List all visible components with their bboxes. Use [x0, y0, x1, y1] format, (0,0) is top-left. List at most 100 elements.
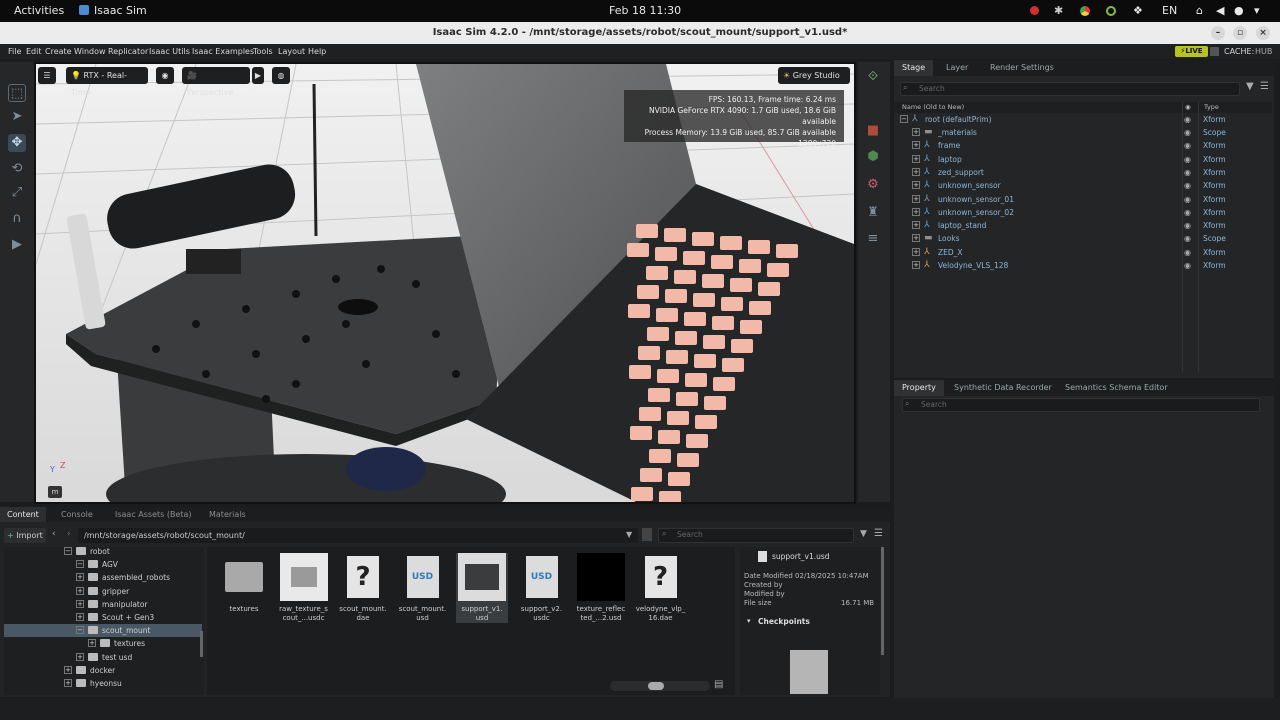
viewport-settings-icon[interactable]: ☰ — [38, 67, 56, 84]
tab-materials[interactable]: Materials — [202, 507, 253, 522]
tree-row-unknown-sensor[interactable]: + ⅄ unknown_sensor ◉ Xform — [894, 179, 1272, 192]
content-search-input[interactable]: Search — [658, 528, 854, 543]
camera-selector[interactable]: 🎥 Perspective — [182, 67, 250, 97]
options-icon[interactable]: ☰ — [874, 528, 883, 539]
tree-row-unknown-sensor-02[interactable]: + ⅄ unknown_sensor_02 ◉ Xform — [894, 206, 1272, 219]
collapse-icon[interactable]: − — [64, 547, 72, 555]
tree-row-unknown-sensor-01[interactable]: + ⅄ unknown_sensor_01 ◉ Xform — [894, 193, 1272, 206]
live-dropdown-icon[interactable] — [1210, 47, 1219, 56]
menu-edit[interactable]: Edit — [26, 47, 42, 56]
language-indicator[interactable]: EN — [1162, 4, 1177, 17]
folder-row-assembled-robots[interactable]: + assembled_robots — [4, 571, 202, 584]
rotate-tool-icon[interactable]: ⟲ — [8, 160, 26, 178]
visibility-eye-icon[interactable]: ◉ — [1184, 206, 1191, 219]
activities-button[interactable]: Activities — [14, 4, 64, 17]
visibility-eye-icon[interactable]: ◉ — [1184, 166, 1191, 179]
maximize-button[interactable]: ▫ — [1233, 26, 1247, 40]
asset-tile[interactable]: raw_texture_s cout_...usdc — [278, 553, 330, 623]
expand-icon[interactable]: + — [76, 586, 84, 595]
tree-row-looks[interactable]: + ▬ Looks ◉ Scope — [894, 232, 1272, 245]
tree-row--materials[interactable]: + ▬ _materials ◉ Scope — [894, 126, 1272, 139]
collapse-icon[interactable]: − — [900, 115, 908, 123]
menu-create[interactable]: Create — [45, 47, 72, 56]
expand-icon[interactable]: + — [912, 221, 920, 230]
tree-row-zed-x[interactable]: + ⅄ ZED_X ◉ Xform — [894, 246, 1272, 259]
network-icon[interactable]: ⌂ — [1196, 4, 1203, 17]
tree-row-laptop[interactable]: + ⅄ laptop ◉ Xform — [894, 153, 1272, 166]
collapse-icon[interactable]: − — [76, 560, 84, 569]
visibility-eye-icon[interactable]: ◉ — [1184, 179, 1191, 192]
tab-semantics-schema-editor[interactable]: Semantics Schema Editor — [1057, 380, 1176, 396]
expand-icon[interactable]: + — [912, 167, 920, 176]
filter-icon[interactable]: ▼ — [860, 529, 867, 539]
asset-tile[interactable]: textures — [218, 553, 270, 614]
cache-status[interactable]: HUB — [1255, 47, 1272, 56]
list-view-icon[interactable]: ▤ — [714, 679, 723, 690]
menu-file[interactable]: File — [8, 47, 21, 56]
lighting-selector[interactable]: ☀ Grey Studio — [778, 67, 850, 84]
options-icon[interactable]: ☰ — [1260, 81, 1269, 92]
window-title-bar[interactable]: Isaac Sim 4.2.0 - /mnt/storage/assets/ro… — [0, 22, 1280, 44]
visibility-eye-icon[interactable]: ◉ — [1184, 193, 1191, 206]
sliders-icon[interactable]: ≡ — [864, 230, 882, 248]
folder-row-gripper[interactable]: + gripper — [4, 585, 202, 598]
expand-icon[interactable]: + — [76, 652, 84, 661]
tree-row-frame[interactable]: + ⅄ frame ◉ Xform — [894, 139, 1272, 152]
tab-console[interactable]: Console — [54, 507, 100, 522]
details-scrollbar[interactable] — [881, 547, 884, 655]
camera-expand-icon[interactable]: ▶ — [252, 67, 264, 84]
slack-icon[interactable]: ✱ — [1054, 4, 1063, 17]
renderer-selector[interactable]: 💡 RTX - Real-Time — [66, 67, 148, 97]
volume-icon[interactable]: ◀ — [1216, 4, 1224, 17]
tab-content[interactable]: Content — [0, 507, 46, 522]
audio-icon[interactable]: ◍ — [272, 67, 290, 84]
back-icon[interactable]: ‹ — [52, 529, 56, 539]
filter-icon[interactable]: ▼ — [1246, 81, 1254, 92]
folder-row-textures[interactable]: + textures — [4, 637, 202, 650]
visibility-eye-icon[interactable]: ◉ — [1184, 246, 1191, 259]
folder-row-test-usd[interactable]: + test usd — [4, 651, 202, 664]
clock[interactable]: Feb 18 11:30 — [609, 4, 681, 17]
zoom-slider[interactable] — [610, 681, 710, 691]
folder-row-docker[interactable]: + docker — [4, 664, 202, 677]
asset-tile[interactable]: texture_reflec ted_...2.usd — [575, 553, 627, 623]
menu-isaac-examples[interactable]: Isaac Examples — [192, 47, 254, 56]
physics-icon[interactable]: ⟐ — [864, 68, 882, 86]
tab-layer[interactable]: Layer — [938, 60, 976, 76]
move-tool-icon[interactable]: ✥ — [8, 134, 26, 152]
expand-icon[interactable]: + — [64, 665, 72, 674]
expand-icon[interactable]: + — [912, 247, 920, 256]
viewport[interactable]: Y Z ☰ 💡 RTX - Real-Time ◉ 🎥 Perspective … — [36, 64, 854, 502]
stage-search-input[interactable]: Search — [900, 82, 1240, 96]
microphone-icon[interactable]: ● — [1234, 4, 1244, 17]
visibility-eye-icon[interactable]: ◉ — [1184, 232, 1191, 245]
expand-icon[interactable]: + — [912, 141, 920, 150]
path-field[interactable]: /mnt/storage/assets/robot/scout_mount/ — [78, 528, 638, 543]
folder-row-manipulator[interactable]: + manipulator — [4, 598, 202, 611]
asset-tile[interactable]: support_v1. usd — [456, 553, 508, 623]
snap-tool-icon[interactable]: ∩ — [8, 210, 26, 228]
play-icon[interactable]: ▶ — [8, 236, 26, 254]
visibility-eye-icon[interactable]: ◉ — [156, 67, 174, 84]
folder-row-robot[interactable]: − robot — [4, 547, 202, 558]
dropbox-icon[interactable]: ❖ — [1133, 4, 1143, 17]
tab-stage[interactable]: Stage — [894, 60, 934, 76]
expand-icon[interactable]: + — [912, 234, 920, 243]
gear-icon[interactable]: ⚙ — [864, 176, 882, 194]
tree-row-velodyne-vls-128[interactable]: + ⅄ Velodyne_VLS_128 ◉ Xform — [894, 259, 1272, 272]
nvidia-status-icon[interactable] — [1106, 6, 1116, 16]
folder-row-agv[interactable]: − AGV — [4, 558, 202, 571]
mesh-icon[interactable]: ⬢ — [864, 148, 882, 166]
scale-tool-icon[interactable]: ⤢ — [8, 184, 26, 202]
power-menu-icon[interactable]: ▾ — [1254, 4, 1260, 17]
chevron-down-icon[interactable]: ▾ — [747, 617, 751, 625]
select-tool-icon[interactable]: ⬚ — [8, 84, 26, 102]
visibility-eye-icon[interactable]: ◉ — [1184, 153, 1191, 166]
expand-icon[interactable]: + — [912, 261, 920, 269]
expand-icon[interactable]: + — [912, 207, 920, 216]
forward-icon[interactable]: › — [67, 529, 71, 539]
asset-tile[interactable]: USD support_v2. usdc — [516, 553, 568, 623]
folder-row-scout-mount[interactable]: − scout_mount — [4, 624, 202, 638]
robot-arm-icon[interactable]: ♜ — [864, 204, 882, 222]
collapse-icon[interactable]: − — [76, 626, 84, 635]
